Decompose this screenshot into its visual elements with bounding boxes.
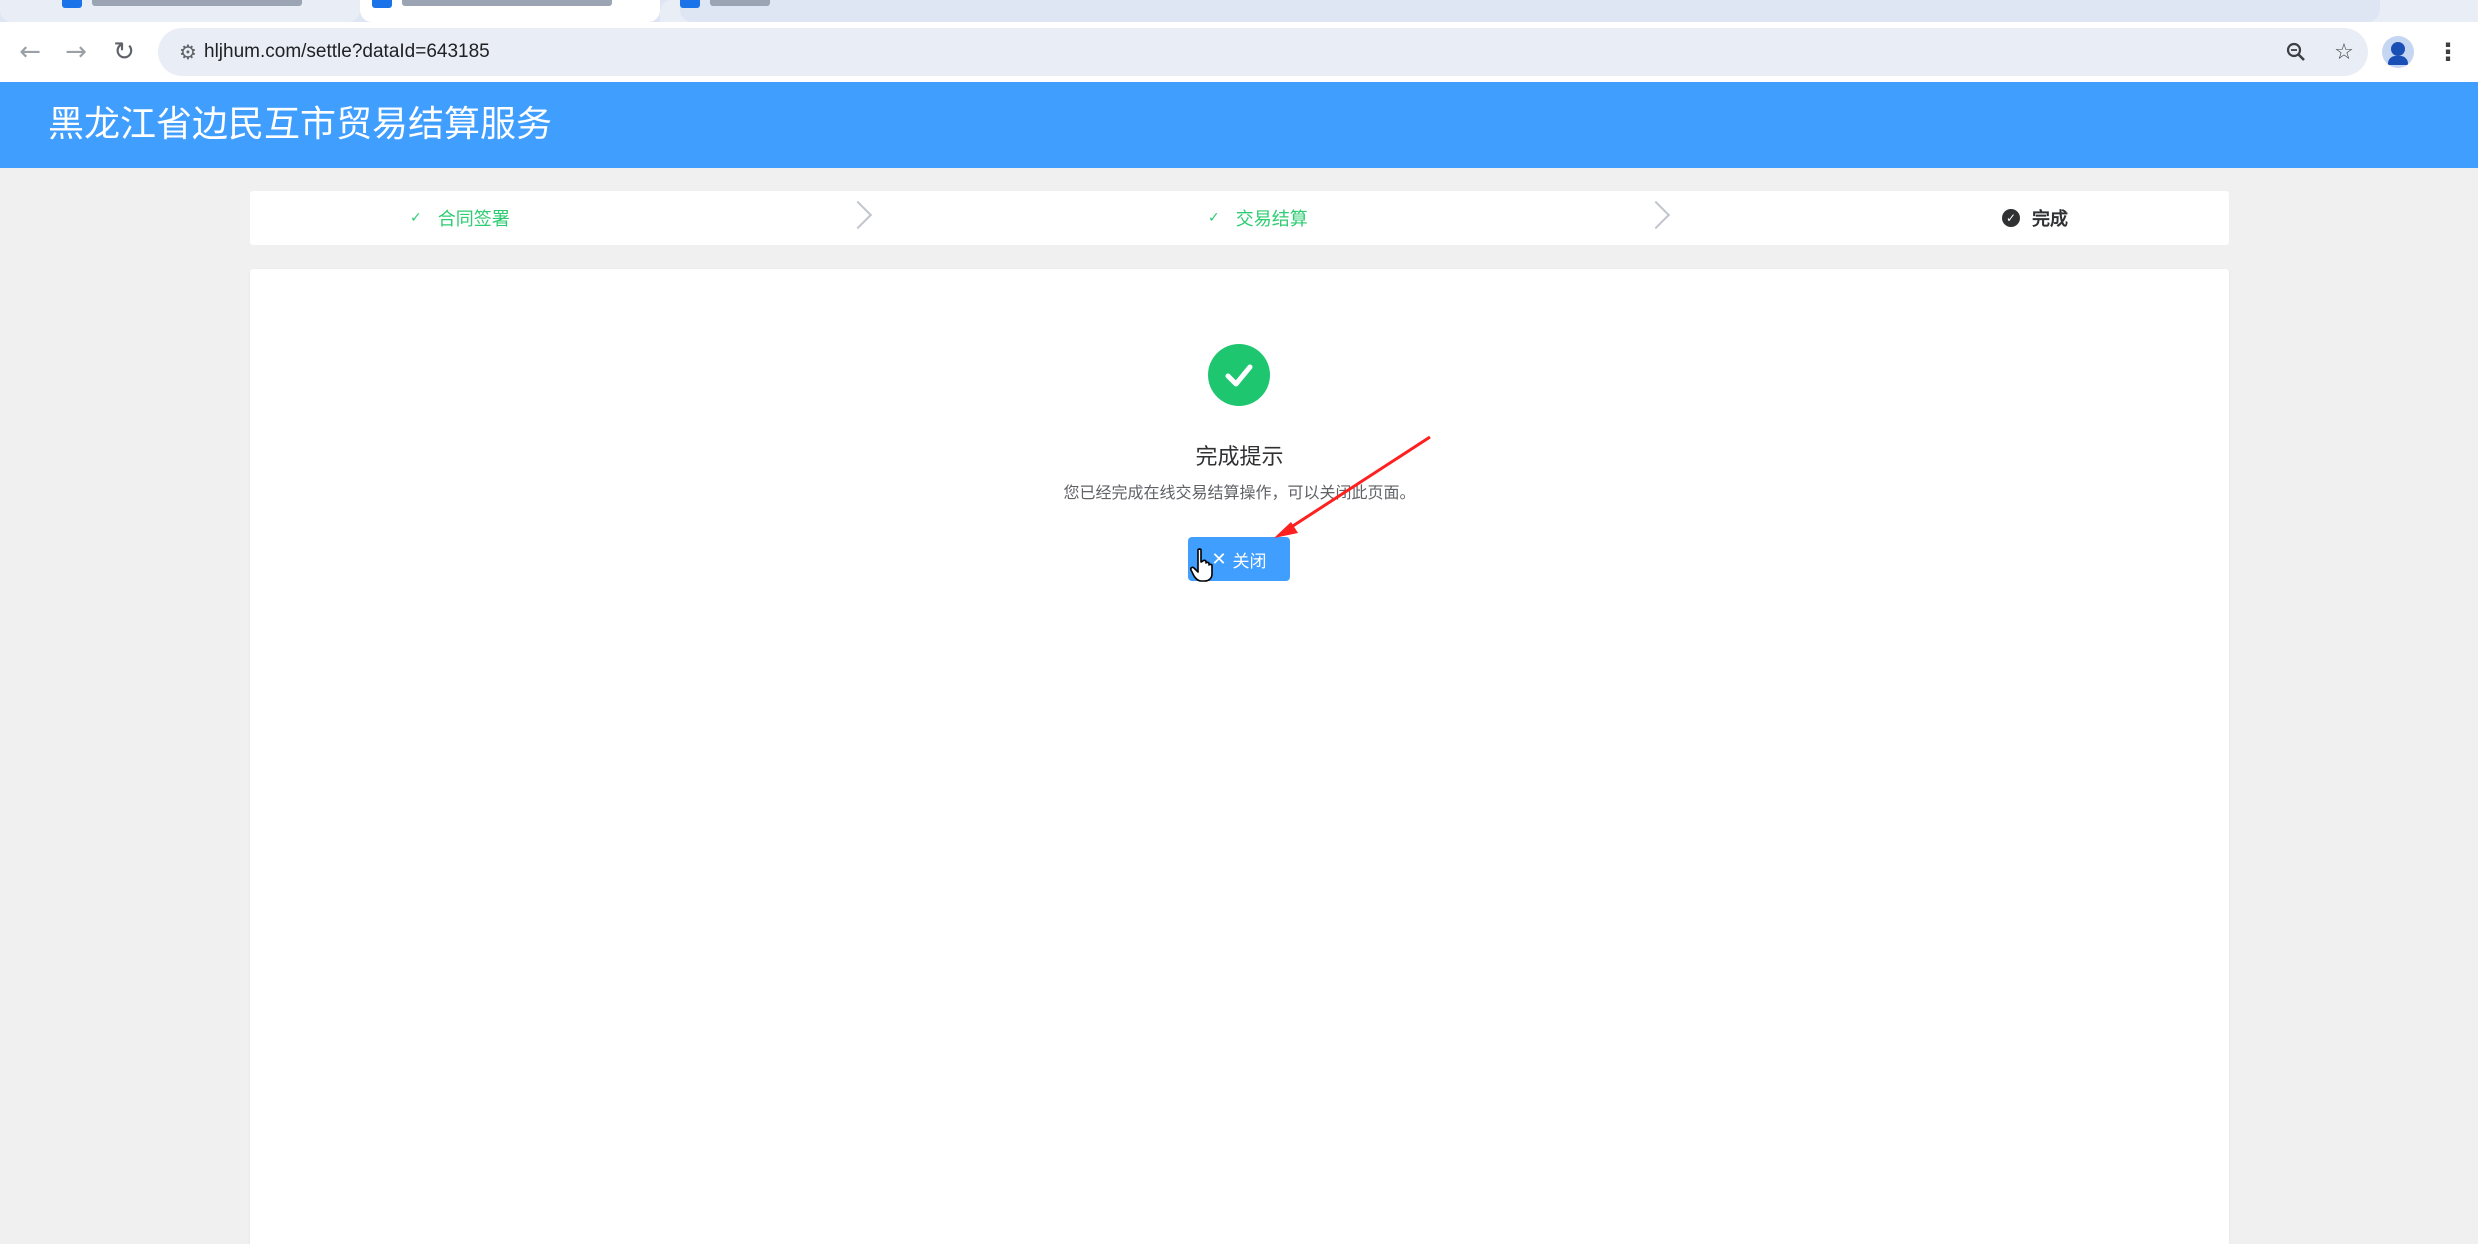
back-arrow-icon[interactable]: ←: [6, 22, 54, 82]
step-label: 完成: [2032, 209, 2068, 230]
step-label: 合同签署: [437, 209, 510, 230]
profile-icon[interactable]: [2382, 36, 2414, 68]
app-header: 黑龙江省边民互市贸易结算服务: [0, 82, 2478, 168]
zoom-icon[interactable]: [2276, 28, 2316, 76]
close-button-label: 关闭: [1232, 551, 1267, 571]
success-check-icon: [1208, 344, 1270, 406]
browser-tab-active[interactable]: [360, 0, 660, 22]
check-icon: ✓: [1208, 210, 1220, 226]
favicon-icon: [62, 0, 82, 8]
steps-bar: ✓ 合同签署 ✓ 交易结算 ✓ 完成: [250, 191, 2229, 245]
browser-tab[interactable]: [660, 0, 2478, 22]
hand-cursor-icon: [1190, 548, 1213, 582]
app-title: 黑龙江省边民互市贸易结算服务: [48, 104, 553, 145]
result-title: 完成提示: [1195, 445, 1284, 470]
reload-icon[interactable]: ↻: [100, 22, 148, 82]
chevron-right-icon: [1641, 200, 1671, 230]
tab-title: [710, 0, 770, 6]
favicon-icon: [372, 0, 392, 8]
star-icon[interactable]: ☆: [2324, 28, 2364, 76]
result-message: 您已经完成在线交易结算操作，可以关闭此页面。: [1063, 483, 1416, 502]
browser-tab[interactable]: [0, 0, 360, 22]
tab-title: [402, 0, 612, 6]
step-contract: ✓ 合同签署: [410, 191, 510, 245]
site-info-icon[interactable]: ⚙: [170, 28, 206, 76]
step-label: 交易结算: [1235, 209, 1308, 230]
browser-toolbar: ← → ↻ ⚙ hljhum.com/settle?dataId=643185 …: [0, 22, 2478, 82]
url-text[interactable]: hljhum.com/settle?dataId=643185: [204, 28, 490, 76]
favicon-icon: [680, 0, 700, 8]
tab-title: [92, 0, 302, 6]
forward-arrow-icon[interactable]: →: [52, 22, 100, 82]
more-menu-icon[interactable]: ⋮: [2428, 22, 2468, 82]
step-complete: ✓ 完成: [2002, 191, 2068, 245]
check-icon: ✓: [410, 210, 422, 226]
check-circle-icon: ✓: [2002, 209, 2020, 227]
chevron-right-icon: [843, 200, 873, 230]
address-bar[interactable]: ⚙ hljhum.com/settle?dataId=643185 ☆: [158, 28, 2368, 76]
result-card: 完成提示 您已经完成在线交易结算操作，可以关闭此页面。 ✕ 关闭: [250, 269, 2229, 1244]
step-settlement: ✓ 交易结算: [1208, 191, 1308, 245]
browser-tabstrip: [0, 0, 2478, 22]
